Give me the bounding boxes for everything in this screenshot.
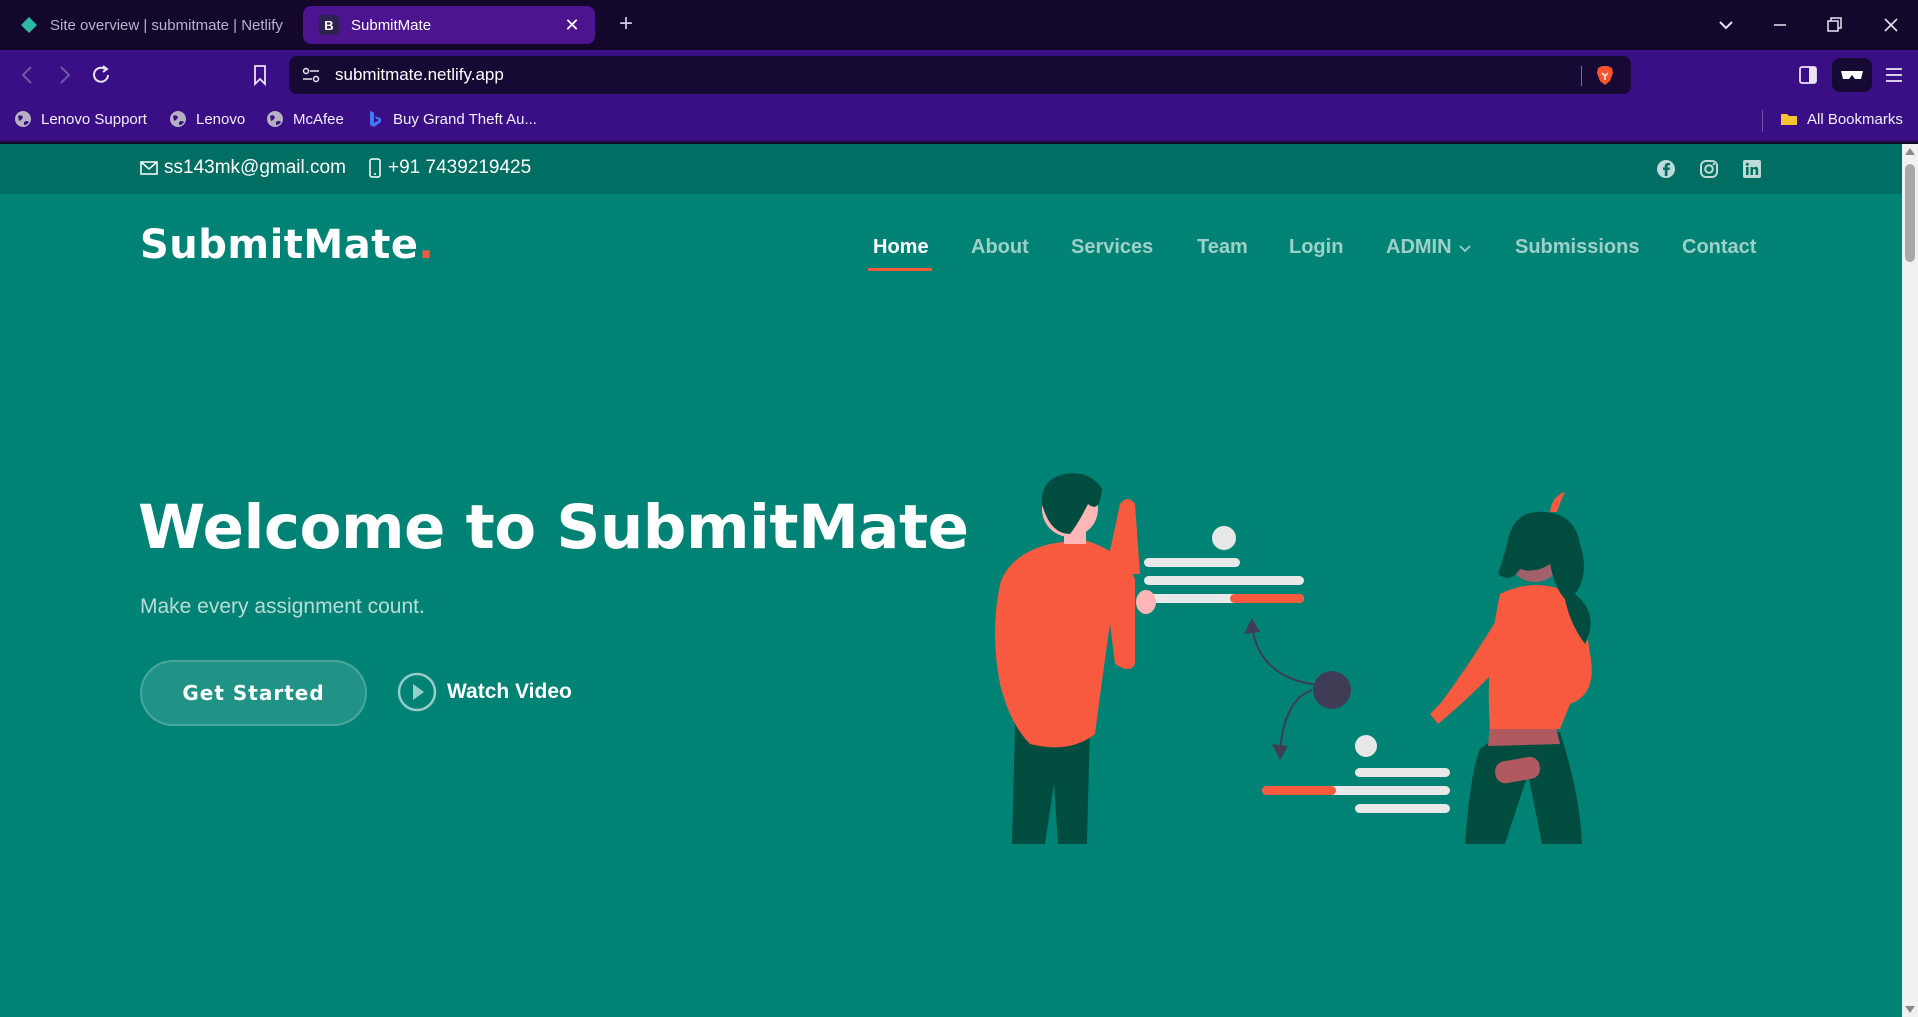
scrollbar-thumb[interactable] bbox=[1905, 164, 1915, 262]
nav-login[interactable]: Login bbox=[1289, 236, 1343, 259]
hero-title: Welcome to SubmitMate bbox=[138, 492, 969, 563]
omnibox-divider bbox=[1581, 66, 1582, 86]
restore-icon[interactable] bbox=[1820, 12, 1848, 38]
get-started-button[interactable]: Get Started bbox=[140, 660, 367, 726]
logo-text: SubmitMate bbox=[140, 222, 419, 268]
page-scrollbar[interactable] bbox=[1902, 144, 1918, 1017]
scroll-up-arrow-icon[interactable] bbox=[1905, 148, 1915, 155]
play-circle-icon bbox=[397, 672, 437, 712]
phone-text: +91 7439219425 bbox=[388, 157, 532, 178]
bookmark-lenovo[interactable]: Lenovo bbox=[169, 110, 245, 128]
menu-icon[interactable] bbox=[1880, 62, 1908, 88]
bing-icon bbox=[370, 111, 381, 127]
forward-icon[interactable] bbox=[50, 62, 78, 88]
netlify-diamond-icon bbox=[21, 17, 37, 33]
hero-subtitle: Make every assignment count. bbox=[140, 595, 425, 618]
site-logo[interactable]: SubmitMate. bbox=[140, 222, 434, 268]
nav-contact[interactable]: Contact bbox=[1682, 236, 1756, 259]
nav-about[interactable]: About bbox=[971, 236, 1029, 259]
all-bookmarks-label: All Bookmarks bbox=[1807, 110, 1903, 128]
brave-shields-icon[interactable] bbox=[1594, 64, 1616, 86]
sunglasses-icon bbox=[1841, 71, 1863, 79]
bookmark-icon[interactable] bbox=[246, 62, 274, 88]
watch-video-label: Watch Video bbox=[447, 680, 572, 703]
bookmark-mcafee[interactable]: McAfee bbox=[266, 110, 344, 128]
hero-illustration bbox=[995, 473, 1592, 844]
nav-team[interactable]: Team bbox=[1197, 236, 1248, 259]
minimize-icon[interactable] bbox=[1766, 12, 1794, 38]
page-viewport: ss143mk@gmail.com +91 7439219425 SubmitM… bbox=[0, 144, 1902, 1017]
close-tab-icon[interactable]: ✕ bbox=[561, 15, 583, 36]
back-icon[interactable] bbox=[14, 62, 42, 88]
wallet-button[interactable] bbox=[1832, 58, 1872, 92]
tab-title: Site overview | submitmate | Netlify bbox=[50, 16, 283, 34]
bookmarks-divider bbox=[1762, 110, 1763, 132]
instagram-icon[interactable] bbox=[1698, 158, 1720, 180]
site-settings-icon[interactable] bbox=[301, 66, 321, 84]
browser-tab-bar: Site overview | submitmate | Netlify B S… bbox=[0, 0, 1918, 50]
bookmark-label: Buy Grand Theft Au... bbox=[393, 110, 537, 128]
close-window-icon[interactable] bbox=[1877, 12, 1905, 38]
topbar-email[interactable]: ss143mk@gmail.com bbox=[140, 157, 346, 179]
nav-home[interactable]: Home bbox=[873, 236, 929, 259]
bootstrap-b-icon: B bbox=[319, 15, 339, 35]
reload-icon[interactable] bbox=[88, 62, 116, 88]
bookmark-label: Lenovo bbox=[196, 110, 246, 128]
nav-submissions[interactable]: Submissions bbox=[1515, 236, 1639, 259]
linkedin-icon[interactable] bbox=[1741, 158, 1763, 180]
bookmarks-bar: Lenovo Support Lenovo McAfee Buy Grand T… bbox=[0, 100, 1918, 142]
bookmark-label: Lenovo Support bbox=[41, 110, 147, 128]
nav-active-underline bbox=[868, 268, 932, 271]
tab-netlify[interactable]: Site overview | submitmate | Netlify bbox=[8, 6, 298, 44]
new-tab-button[interactable]: + bbox=[612, 10, 640, 38]
bookmark-lenovo-support[interactable]: Lenovo Support bbox=[14, 110, 147, 128]
tab-title: SubmitMate bbox=[351, 16, 432, 34]
all-bookmarks-button[interactable]: All Bookmarks bbox=[1780, 110, 1903, 128]
tab-submitmate[interactable]: B SubmitMate ✕ bbox=[303, 6, 595, 44]
globe-icon bbox=[267, 111, 283, 127]
sidebar-toggle-icon[interactable] bbox=[1794, 62, 1822, 88]
tab-search-chevron-icon[interactable] bbox=[1712, 12, 1740, 38]
envelope-icon bbox=[140, 161, 158, 175]
folder-icon bbox=[1781, 114, 1797, 125]
bookmark-label: McAfee bbox=[293, 110, 344, 128]
email-text: ss143mk@gmail.com bbox=[164, 157, 346, 178]
browser-toolbar: submitmate.netlify.app bbox=[0, 50, 1918, 100]
address-bar[interactable]: submitmate.netlify.app bbox=[289, 56, 1631, 94]
watch-video-button[interactable]: Watch Video bbox=[397, 672, 572, 712]
globe-icon bbox=[15, 111, 31, 127]
scroll-down-arrow-icon[interactable] bbox=[1905, 1006, 1915, 1013]
logo-dot: . bbox=[418, 222, 435, 268]
nav-services[interactable]: Services bbox=[1071, 236, 1153, 259]
facebook-icon[interactable] bbox=[1655, 158, 1677, 180]
url-text: submitmate.netlify.app bbox=[335, 65, 504, 84]
globe-icon bbox=[170, 111, 186, 127]
topbar-phone[interactable]: +91 7439219425 bbox=[368, 157, 531, 179]
phone-icon bbox=[369, 158, 381, 178]
nav-admin-label: ADMIN bbox=[1386, 236, 1452, 258]
chevron-down-icon bbox=[1458, 244, 1471, 252]
contact-topbar: ss143mk@gmail.com +91 7439219425 bbox=[0, 144, 1902, 194]
nav-admin-dropdown[interactable]: ADMIN bbox=[1386, 236, 1473, 259]
bookmark-gta[interactable]: Buy Grand Theft Au... bbox=[366, 110, 537, 128]
